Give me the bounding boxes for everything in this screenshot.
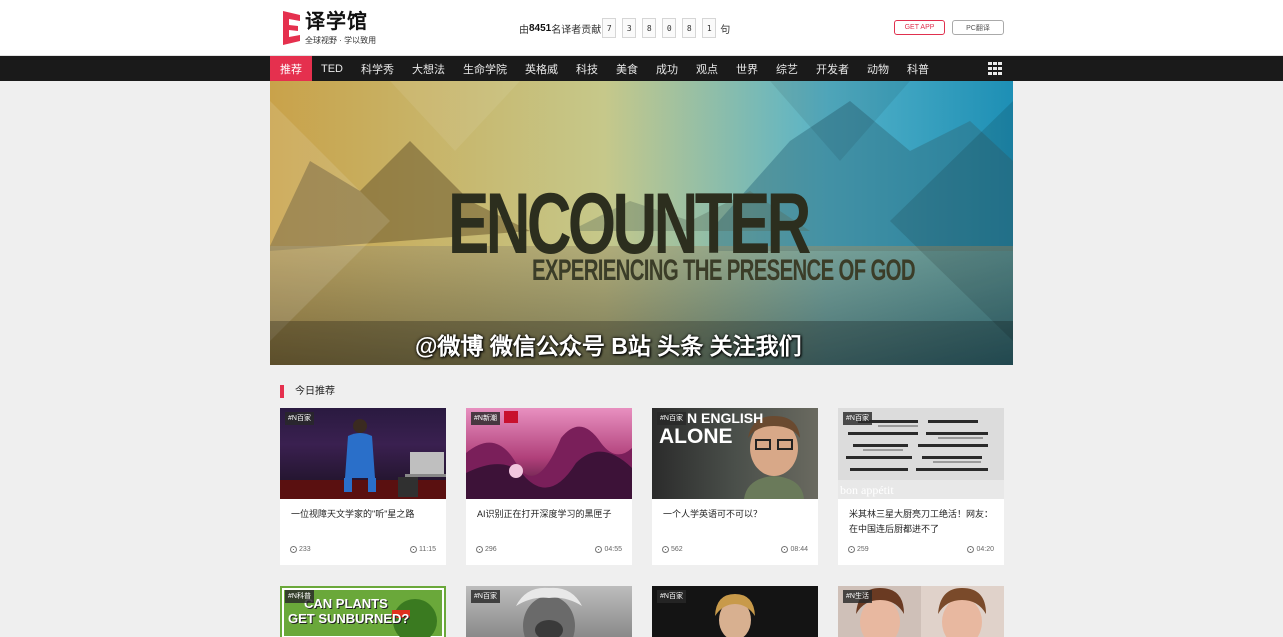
video-thumbnail: #N百家 (652, 586, 818, 637)
logo-mark-icon (283, 11, 300, 45)
nav-item-food[interactable]: 美食 (607, 56, 647, 81)
logo-subtitle: 全球视野 · 学以致用 (305, 36, 377, 45)
nav-item-popular-science[interactable]: 科普 (898, 56, 938, 81)
site-header: 译学馆 全球视野 · 学以致用 由 8451 名译者贡献 7 3 8 0 8 1… (0, 0, 1283, 56)
views-icon (290, 546, 297, 553)
video-thumbnail: #N百家 (466, 586, 632, 637)
nav-item-science-show[interactable]: 科学秀 (352, 56, 403, 81)
views-icon (662, 546, 669, 553)
views-icon (476, 546, 483, 553)
video-duration: 11:15 (410, 546, 436, 553)
video-card[interactable]: #N生活 (838, 586, 1004, 637)
views-icon (848, 546, 855, 553)
video-card[interactable]: #N百家 一位视障天文学家的"听"星之路 233 11:15 (280, 408, 446, 565)
view-count: 233 (290, 546, 311, 553)
section-title: 今日推荐 (295, 386, 335, 397)
counter-suffix: 句 (720, 24, 731, 36)
video-card[interactable]: bon appétit #N百家 米其林三星大厨亮刀工绝活！网友：在中国连后厨都… (838, 408, 1004, 565)
category-tag: #N百家 (285, 412, 314, 425)
video-card[interactable]: #N百家 (652, 586, 818, 637)
thumbnail-caption-line2: GET SUNBURNED? (288, 611, 410, 626)
video-title[interactable]: 一个人学英语可不可以？ (663, 507, 809, 522)
category-tag: #N新潮 (471, 412, 500, 425)
view-count: 296 (476, 546, 497, 553)
clock-icon (781, 546, 789, 553)
video-thumbnail: #N生活 (838, 586, 1004, 637)
counter-digit: 1 (702, 18, 717, 38)
category-tag: #N百家 (657, 590, 686, 603)
video-card[interactable]: CAN PLANTS GET SUNBURNED? #N科普 (280, 586, 446, 637)
video-title[interactable]: 米其林三星大厨亮刀工绝活！网友：在中国连后厨都进不了 (849, 507, 995, 537)
view-count: 259 (848, 546, 869, 553)
counter-digit: 8 (642, 18, 657, 38)
video-thumbnail: #N百家 (280, 408, 446, 499)
nav-item-animals[interactable]: 动物 (858, 56, 898, 81)
get-app-button[interactable]: GET APP (894, 20, 945, 35)
clock-icon (410, 546, 417, 553)
category-nav: 推荐 TED 科学秀 大想法 生命学院 英格威 科技 美食 成功 观点 世界 综… (0, 56, 1283, 81)
nav-items: 推荐 TED 科学秀 大想法 生命学院 英格威 科技 美食 成功 观点 世界 综… (270, 56, 938, 81)
counter-digit: 8 (682, 18, 697, 38)
thumbnail-caption: bon appétit (840, 483, 894, 497)
category-tag: #N生活 (843, 590, 872, 603)
nav-item-opinion[interactable]: 观点 (687, 56, 727, 81)
video-duration: 08:44 (781, 546, 808, 553)
translation-counter: 由 8451 名译者贡献 7 3 8 0 8 1 句 (519, 17, 730, 39)
video-card[interactable]: #N百家 (466, 586, 632, 637)
thumbnail-caption-line1: CAN PLANTS (304, 596, 388, 611)
video-title[interactable]: 一位视障天文学家的"听"星之路 (291, 507, 437, 522)
video-title[interactable]: AI识别正在打开深度学习的黑匣子 (477, 507, 623, 522)
nav-item-success[interactable]: 成功 (647, 56, 687, 81)
sentence-count-digits: 7 3 8 0 8 1 (602, 18, 722, 38)
nav-item-recommend[interactable]: 推荐 (270, 56, 312, 81)
view-count: 562 (662, 546, 683, 553)
nav-item-big-ideas[interactable]: 大想法 (403, 56, 454, 81)
banner-follow-text: @微博 微信公众号 B站 头条 关注我们 (415, 333, 802, 359)
category-tag: #N百家 (657, 412, 686, 425)
nav-item-life-academy[interactable]: 生命学院 (454, 56, 516, 81)
video-card[interactable]: #N新潮 AI识别正在打开深度学习的黑匣子 296 04:55 (466, 408, 632, 565)
counter-middle: 名译者贡献 (551, 24, 602, 36)
video-duration: 04:20 (967, 546, 994, 553)
translator-count: 8451 (529, 22, 552, 34)
grid-icon[interactable] (988, 62, 1002, 75)
hero-banner[interactable]: ENCOUNTER EXPERIENCING THE PRESENCE OF G… (270, 81, 1013, 365)
nav-item-tech[interactable]: 科技 (567, 56, 607, 81)
counter-digit: 3 (622, 18, 637, 38)
clock-icon (967, 546, 975, 553)
counter-prefix: 由 (519, 24, 529, 36)
video-thumbnail: CAN PLANTS GET SUNBURNED? #N科普 (280, 586, 446, 637)
nav-item-developer[interactable]: 开发者 (807, 56, 858, 81)
site-logo[interactable]: 译学馆 全球视野 · 学以致用 (283, 9, 383, 49)
category-tag: #N科普 (285, 590, 314, 603)
category-tag: #N百家 (843, 412, 872, 425)
counter-digit: 7 (602, 18, 617, 38)
category-tag: #N百家 (471, 590, 500, 603)
video-duration: 04:55 (595, 546, 622, 553)
video-card[interactable]: N ENGLISH ALONE #N百家 一个人学英语可不可以？ 562 08:… (652, 408, 818, 565)
nav-item-world[interactable]: 世界 (727, 56, 767, 81)
pc-translate-button[interactable]: PC翻译 (952, 20, 1004, 35)
nav-item-variety[interactable]: 综艺 (767, 56, 807, 81)
logo-title: 译学馆 (305, 11, 368, 33)
video-thumbnail: bon appétit #N百家 (838, 408, 1004, 499)
counter-digit: 0 (662, 18, 677, 38)
video-thumbnail: N ENGLISH ALONE #N百家 (652, 408, 818, 499)
nav-item-ted[interactable]: TED (312, 56, 352, 81)
clock-icon (595, 546, 603, 553)
thumbnail-caption-line2: ALONE (659, 425, 733, 448)
video-thumbnail: #N新潮 (466, 408, 632, 499)
nav-item-yinggewei[interactable]: 英格威 (516, 56, 567, 81)
banner-subtitle: EXPERIENCING THE PRESENCE OF GOD (532, 254, 916, 287)
thumbnail-caption-line1: N ENGLISH (687, 410, 764, 426)
section-accent-bar (280, 385, 284, 398)
